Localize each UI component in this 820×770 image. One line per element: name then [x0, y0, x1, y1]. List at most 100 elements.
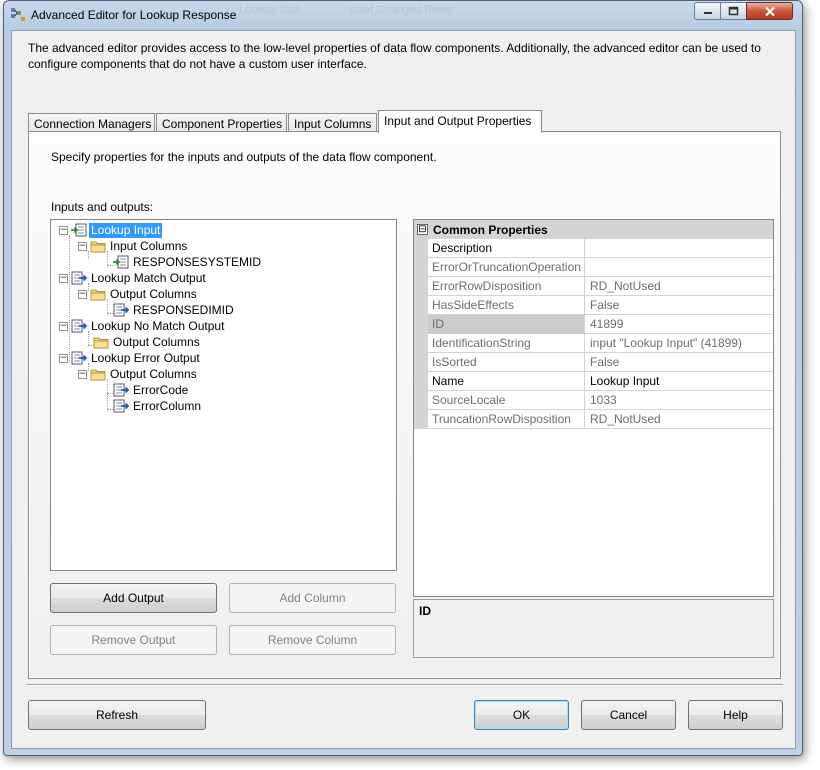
- ok-button[interactable]: OK: [474, 700, 569, 730]
- tree-node-label: Input Columns: [110, 238, 188, 253]
- output-column-icon: [113, 383, 129, 397]
- folder-icon: [93, 337, 109, 349]
- tree-node-lookup-match-output[interactable]: − Lookup Match Output: [59, 270, 208, 286]
- tab-input-columns[interactable]: Input Columns: [288, 113, 377, 133]
- property-gutter: [414, 277, 428, 296]
- collapse-toggle[interactable]: −: [78, 241, 87, 251]
- tree-node-responsesystemid[interactable]: RESPONSESYSTEMID: [113, 254, 263, 270]
- property-grid[interactable]: ⊟ Common Properties Description ErrorOrT…: [413, 219, 774, 597]
- minimize-button[interactable]: [694, 2, 721, 20]
- dialog-window: Advanced Editor for Lookup Response Look…: [3, 0, 803, 756]
- property-name: IdentificationString: [428, 334, 585, 353]
- property-description-title: ID: [419, 604, 431, 618]
- property-name: Description: [428, 239, 585, 258]
- property-name: TruncationRowDisposition: [428, 410, 585, 429]
- property-name: ErrorOrTruncationOperation: [428, 258, 585, 277]
- property-category-header[interactable]: ⊟ Common Properties: [414, 220, 773, 239]
- tree-node-responsedimid[interactable]: RESPONSEDIMID: [113, 302, 236, 318]
- tab-component-properties[interactable]: Component Properties: [156, 113, 287, 133]
- background-task-ghost: Load Changed Rows: [349, 4, 452, 16]
- folder-icon: [90, 241, 106, 253]
- property-row-error-or-truncation-operation[interactable]: ErrorOrTruncationOperation: [414, 258, 773, 277]
- help-button[interactable]: Help: [688, 700, 783, 730]
- property-row-is-sorted[interactable]: IsSorted False: [414, 353, 773, 372]
- window-title: Advanced Editor for Lookup Response: [31, 8, 237, 22]
- input-column-icon: [113, 255, 129, 269]
- tree-node-label: ErrorColumn: [133, 398, 202, 413]
- remove-output-button[interactable]: Remove Output: [50, 625, 217, 655]
- property-gutter: [414, 296, 428, 315]
- property-row-identification-string[interactable]: IdentificationString input "Lookup Input…: [414, 334, 773, 353]
- tree-node-output-columns[interactable]: − Output Columns: [78, 366, 199, 382]
- editor-description: The advanced editor provides access to t…: [28, 41, 761, 71]
- tree-node-input-columns[interactable]: − Input Columns: [78, 238, 189, 254]
- tree-node-output-columns[interactable]: − Output Columns: [78, 286, 199, 302]
- property-gutter: [414, 353, 428, 372]
- property-row-has-side-effects[interactable]: HasSideEffects False: [414, 296, 773, 315]
- tree-node-label: Output Columns: [110, 366, 197, 381]
- tab-connection-managers[interactable]: Connection Managers: [28, 113, 155, 133]
- property-value[interactable]: [586, 258, 772, 277]
- output-icon: [71, 351, 87, 365]
- property-value[interactable]: False: [586, 296, 772, 315]
- tree-node-output-columns[interactable]: Output Columns: [93, 334, 202, 350]
- property-gutter: [414, 315, 428, 334]
- tree-node-label: ErrorCode: [133, 382, 189, 397]
- collapse-toggle[interactable]: −: [78, 369, 87, 379]
- output-column-icon: [113, 303, 129, 317]
- folder-icon: [90, 369, 106, 381]
- panel-instruction: Specify properties for the inputs and ou…: [51, 150, 437, 164]
- property-category-label: Common Properties: [433, 222, 548, 237]
- refresh-button[interactable]: Refresh: [28, 700, 206, 730]
- tree-node-label: RESPONSESYSTEMID: [133, 254, 262, 269]
- property-row-description[interactable]: Description: [414, 239, 773, 258]
- add-column-button[interactable]: Add Column: [229, 583, 396, 613]
- collapse-category-icon[interactable]: ⊟: [417, 224, 428, 235]
- tree-node-label: Lookup Error Output: [91, 350, 200, 365]
- inputs-outputs-tree[interactable]: − Lookup Input − Input Columns RESPONSES…: [50, 219, 397, 571]
- property-gutter: [414, 372, 428, 391]
- tree-connector: [69, 235, 70, 363]
- collapse-toggle[interactable]: −: [59, 353, 68, 363]
- property-value[interactable]: 41899: [586, 315, 772, 334]
- minimize-icon: [703, 12, 712, 14]
- tree-node-lookup-input[interactable]: − Lookup Input: [59, 222, 163, 238]
- tree-node-lookup-error-output[interactable]: − Lookup Error Output: [59, 350, 202, 366]
- tab-input-output-properties[interactable]: Input and Output Properties: [378, 110, 542, 133]
- property-value[interactable]: False: [586, 353, 772, 372]
- property-name: IsSorted: [428, 353, 585, 372]
- property-name: Name: [428, 372, 585, 391]
- dialog-client-area: The advanced editor provides access to t…: [11, 30, 796, 749]
- collapse-toggle[interactable]: −: [59, 273, 68, 283]
- property-value[interactable]: RD_NotUsed: [586, 410, 772, 429]
- property-row-id[interactable]: ID 41899: [414, 315, 773, 334]
- property-row-error-row-disposition[interactable]: ErrorRowDisposition RD_NotUsed: [414, 277, 773, 296]
- property-value[interactable]: RD_NotUsed: [586, 277, 772, 296]
- tree-node-errorcolumn[interactable]: ErrorColumn: [113, 398, 203, 414]
- property-row-name[interactable]: Name Lookup Input: [414, 372, 773, 391]
- tab-panel: Specify properties for the inputs and ou…: [28, 131, 781, 679]
- remove-column-button[interactable]: Remove Column: [229, 625, 396, 655]
- close-button[interactable]: [746, 2, 793, 20]
- property-name: SourceLocale: [428, 391, 585, 410]
- collapse-toggle[interactable]: −: [59, 225, 68, 235]
- add-output-button[interactable]: Add Output: [50, 583, 217, 613]
- output-column-icon: [113, 399, 129, 413]
- property-value[interactable]: 1033: [586, 391, 772, 410]
- cancel-button[interactable]: Cancel: [581, 700, 676, 730]
- property-row-truncation-row-disposition[interactable]: TruncationRowDisposition RD_NotUsed: [414, 410, 773, 429]
- maximize-button[interactable]: [720, 2, 747, 20]
- collapse-toggle[interactable]: −: [78, 289, 87, 299]
- collapse-toggle[interactable]: −: [59, 321, 68, 331]
- tree-node-label: Lookup Match Output: [91, 270, 206, 285]
- property-value[interactable]: [586, 239, 772, 258]
- tree-node-lookup-no-match-output[interactable]: − Lookup No Match Output: [59, 318, 226, 334]
- property-value[interactable]: Lookup Input: [586, 372, 772, 391]
- close-icon: [764, 6, 775, 16]
- title-bar[interactable]: Advanced Editor for Lookup Response Look…: [4, 1, 802, 29]
- property-value[interactable]: input "Lookup Input" (41899): [586, 334, 772, 353]
- tree-node-errorcode[interactable]: ErrorCode: [113, 382, 190, 398]
- output-icon: [71, 271, 87, 285]
- property-row-source-locale[interactable]: SourceLocale 1033: [414, 391, 773, 410]
- tree-node-label: Output Columns: [110, 286, 197, 301]
